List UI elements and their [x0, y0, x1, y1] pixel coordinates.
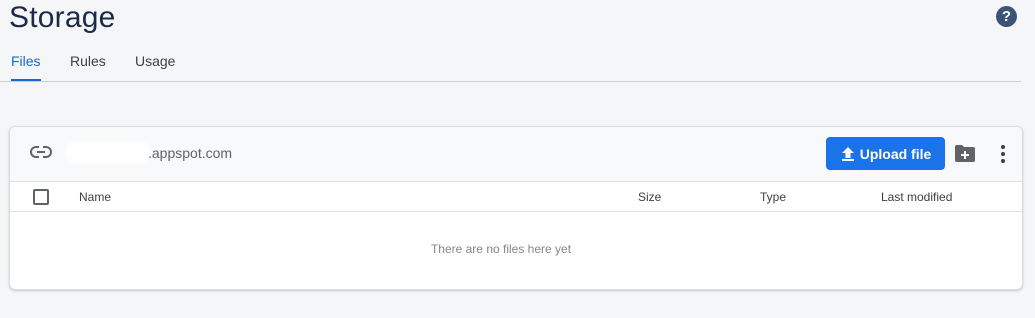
upload-file-label: Upload file: [859, 145, 932, 162]
column-last-modified[interactable]: Last modified: [881, 190, 952, 204]
empty-state-message: There are no files here yet: [430, 242, 572, 256]
bucket-name: .appspot.com: [68, 145, 232, 161]
storage-page: Storage ? Files Rules Usage .appspot.com: [0, 0, 1035, 318]
bucket-header: .appspot.com Upload file: [10, 127, 1022, 182]
active-tab-indicator: [11, 79, 41, 81]
tab-rules[interactable]: Rules: [70, 53, 106, 69]
tab-files[interactable]: Files: [11, 53, 41, 69]
page-title: Storage: [9, 1, 116, 34]
column-name[interactable]: Name: [79, 190, 111, 204]
link-icon[interactable]: [30, 145, 52, 159]
tab-usage[interactable]: Usage: [135, 53, 175, 69]
column-size[interactable]: Size: [638, 190, 661, 204]
column-type[interactable]: Type: [760, 190, 786, 204]
create-folder-icon[interactable]: [955, 145, 975, 162]
upload-file-button[interactable]: Upload file: [826, 137, 945, 170]
upload-icon: [841, 146, 854, 161]
help-circle-icon[interactable]: ?: [996, 6, 1017, 27]
file-browser-card: .appspot.com Upload file Name Size Type …: [9, 126, 1023, 290]
redacted-bucket-id: [68, 145, 148, 161]
more-vert-icon[interactable]: [995, 144, 1011, 164]
file-table-header: Name Size Type Last modified: [10, 182, 1022, 212]
select-all-checkbox[interactable]: [33, 189, 49, 205]
bucket-domain: .appspot.com: [148, 145, 233, 161]
tab-bar: Files Rules Usage: [0, 46, 1021, 82]
